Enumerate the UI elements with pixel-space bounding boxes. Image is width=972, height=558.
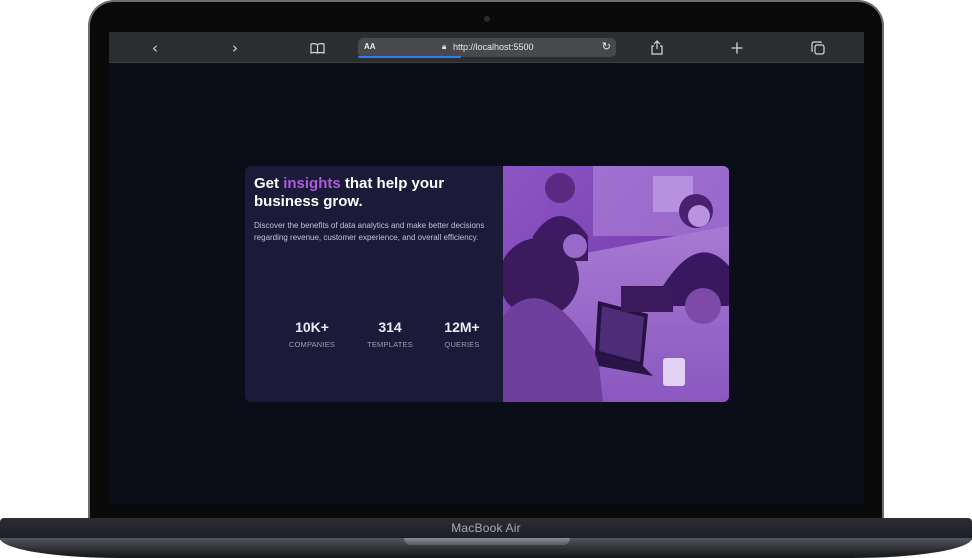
share-icon[interactable] — [647, 38, 667, 57]
stat-queries: 12M+ QUERIES — [427, 319, 497, 349]
browser-toolbar: ‹ › AA 🔒︎ http://localhost:5500 ↻ — [109, 32, 864, 63]
stats-row: 10K+ COMPANIES 314 TEMPLATES 12M+ QUERIE… — [277, 319, 487, 359]
url-text[interactable]: http://localhost:5500 — [453, 42, 534, 52]
text-size-button[interactable]: AA — [364, 42, 376, 51]
laptop-notch — [404, 538, 570, 545]
lock-icon: 🔒︎ — [442, 42, 447, 51]
stat-value: 10K+ — [295, 319, 329, 335]
headline-accent: insights — [283, 175, 341, 192]
address-bar[interactable]: AA 🔒︎ http://localhost:5500 ↻ — [358, 38, 616, 58]
card-content: Get insights that help your business gro… — [254, 175, 494, 395]
device-label: MacBook Air — [451, 521, 521, 535]
stat-label: QUERIES — [444, 340, 480, 349]
back-icon[interactable]: ‹ — [145, 38, 165, 57]
office-team-image — [503, 166, 729, 402]
camera-icon — [484, 16, 490, 22]
card-description: Discover the benefits of data analytics … — [254, 221, 485, 242]
stat-label: TEMPLATES — [367, 340, 413, 349]
bookmarks-icon[interactable] — [307, 38, 327, 57]
headline-start: Get — [254, 175, 284, 192]
stat-label: COMPANIES — [288, 340, 336, 349]
card-headline: Get insights that help your business gro… — [254, 175, 494, 211]
stat-templates: 314 TEMPLATES — [355, 319, 425, 349]
stat-value: 12M+ — [444, 319, 480, 335]
page-load-progress — [358, 56, 461, 58]
reload-icon[interactable]: ↻ — [602, 40, 611, 53]
stats-preview-card: Get insights that help your business gro… — [245, 166, 729, 402]
new-tab-icon[interactable] — [727, 38, 747, 57]
forward-icon[interactable]: › — [225, 38, 245, 57]
screen: ‹ › AA 🔒︎ http://localhost:5500 ↻ Get in… — [109, 32, 864, 504]
tabs-icon[interactable] — [808, 38, 828, 57]
stat-value: 314 — [378, 319, 402, 335]
stat-companies: 10K+ COMPANIES — [277, 319, 347, 349]
